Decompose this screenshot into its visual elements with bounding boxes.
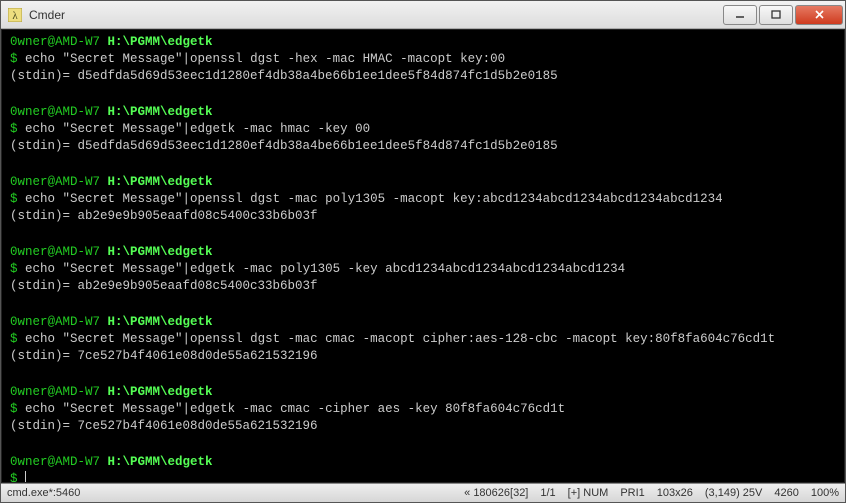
prompt-user: 0wner@AMD-W7 xyxy=(10,385,100,399)
status-cursor: (3,149) 25V xyxy=(705,487,762,499)
prompt-path: H:\PGMM\edgetk xyxy=(108,35,213,49)
cursor xyxy=(25,471,26,483)
lambda-icon: λ xyxy=(7,7,23,23)
terminal-area[interactable]: 0wner@AMD-W7 H:\PGMM\edgetk $ echo "Secr… xyxy=(1,29,845,483)
window-title: Cmder xyxy=(29,8,721,22)
prompt-path: H:\PGMM\edgetk xyxy=(108,385,213,399)
prompt-path: H:\PGMM\edgetk xyxy=(108,175,213,189)
status-pri: PRI1 xyxy=(620,487,644,499)
prompt-user: 0wner@AMD-W7 xyxy=(10,245,100,259)
cmder-window: λ Cmder 0wner@AMD-W7 H:\PGMM\edgetk $ ec… xyxy=(0,0,846,503)
prompt-user: 0wner@AMD-W7 xyxy=(10,315,100,329)
status-zoom: 100% xyxy=(811,487,839,499)
command-output: (stdin)= 7ce527b4f4061e08d0de55a62153219… xyxy=(10,349,318,363)
prompt-user: 0wner@AMD-W7 xyxy=(10,35,100,49)
prompt-symbol: $ xyxy=(10,192,18,206)
close-button[interactable] xyxy=(795,5,843,25)
command-output: (stdin)= d5edfda5d69d53eec1d1280ef4db38a… xyxy=(10,139,558,153)
prompt-symbol: $ xyxy=(10,262,18,276)
titlebar[interactable]: λ Cmder xyxy=(1,1,845,29)
prompt-user: 0wner@AMD-W7 xyxy=(10,105,100,119)
command-line: echo "Secret Message"|edgetk -mac cmac -… xyxy=(25,402,565,416)
command-line: echo "Secret Message"|openssl dgst -mac … xyxy=(25,192,723,206)
command-output: (stdin)= 7ce527b4f4061e08d0de55a62153219… xyxy=(10,419,318,433)
minimize-button[interactable] xyxy=(723,5,757,25)
command-line: echo "Secret Message"|edgetk -mac poly13… xyxy=(25,262,625,276)
status-bar: cmd.exe*:5460 « 180626[32] 1/1 [+] NUM P… xyxy=(1,483,845,502)
prompt-user: 0wner@AMD-W7 xyxy=(10,455,100,469)
prompt-path: H:\PGMM\edgetk xyxy=(108,315,213,329)
prompt-symbol: $ xyxy=(10,472,18,483)
maximize-button[interactable] xyxy=(759,5,793,25)
prompt-path: H:\PGMM\edgetk xyxy=(108,245,213,259)
status-console-size: « 180626[32] xyxy=(464,487,528,499)
svg-text:λ: λ xyxy=(12,10,18,22)
prompt-path: H:\PGMM\edgetk xyxy=(108,455,213,469)
prompt-user: 0wner@AMD-W7 xyxy=(10,175,100,189)
prompt-symbol: $ xyxy=(10,332,18,346)
prompt-path: H:\PGMM\edgetk xyxy=(108,105,213,119)
command-line: echo "Secret Message"|edgetk -mac hmac -… xyxy=(25,122,370,136)
status-pages: 1/1 xyxy=(540,487,555,499)
status-process: cmd.exe*:5460 xyxy=(7,487,80,499)
command-line: echo "Secret Message"|openssl dgst -hex … xyxy=(25,52,505,66)
command-output: (stdin)= ab2e9e9b905eaafd08c5400c33b6b03… xyxy=(10,279,318,293)
status-dim: 103x26 xyxy=(657,487,693,499)
status-mem: 4260 xyxy=(774,487,798,499)
command-line: echo "Secret Message"|openssl dgst -mac … xyxy=(25,332,775,346)
command-output: (stdin)= ab2e9e9b905eaafd08c5400c33b6b03… xyxy=(10,209,318,223)
command-output: (stdin)= d5edfda5d69d53eec1d1280ef4db38a… xyxy=(10,69,558,83)
status-caps: [+] NUM xyxy=(568,487,609,499)
prompt-symbol: $ xyxy=(10,402,18,416)
prompt-symbol: $ xyxy=(10,122,18,136)
prompt-symbol: $ xyxy=(10,52,18,66)
